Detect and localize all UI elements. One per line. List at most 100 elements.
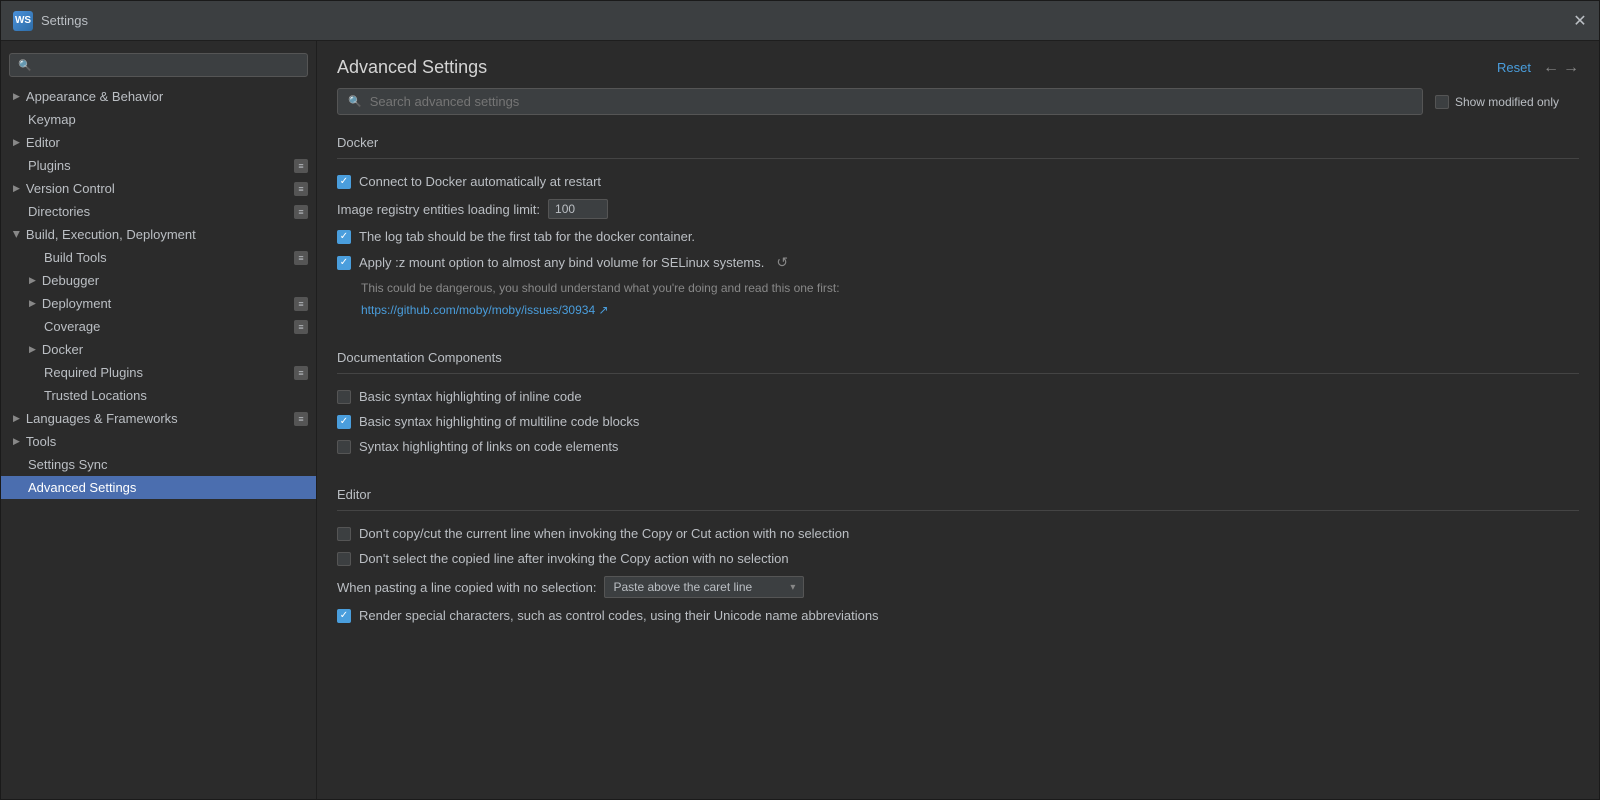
setting-editor-no-copy-cut: Don't copy/cut the current line when inv…	[337, 521, 1579, 546]
doc-basic-inline-label: Basic syntax highlighting of inline code	[359, 389, 582, 404]
window-title: Settings	[41, 13, 1573, 28]
sidebar-search-input[interactable]	[38, 58, 299, 72]
sidebar-item-appearance[interactable]: ▶ Appearance & Behavior	[1, 85, 316, 108]
reset-button[interactable]: Reset	[1497, 60, 1531, 75]
main-header: Advanced Settings Reset ← →	[317, 41, 1599, 88]
sidebar-item-keymap[interactable]: Keymap	[1, 108, 316, 131]
sidebar-item-deployment[interactable]: ▶ Deployment ≡	[1, 292, 316, 315]
docker-connect-label: Connect to Docker automatically at resta…	[359, 174, 601, 189]
setting-doc-basic-inline: Basic syntax highlighting of inline code	[337, 384, 1579, 409]
docker-image-limit-input[interactable]	[548, 199, 608, 219]
titlebar: WS Settings ✕	[1, 1, 1599, 41]
editor-render-special-checkbox[interactable]	[337, 609, 351, 623]
header-actions: Reset ← →	[1497, 59, 1579, 77]
sidebar-search-box[interactable]: 🔍	[9, 53, 308, 77]
nav-arrows: ← →	[1543, 59, 1579, 77]
chevron-icon: ▶	[13, 183, 20, 194]
settings-badge: ≡	[294, 297, 308, 311]
sidebar-item-label: Docker	[42, 342, 83, 357]
sidebar-item-label: Build Tools	[44, 250, 107, 265]
selinux-main-line: Apply :z mount option to almost any bind…	[337, 254, 788, 271]
sidebar-item-tools[interactable]: ▶ Tools	[1, 430, 316, 453]
documentation-section-header: Documentation Components	[337, 342, 1579, 374]
chevron-icon: ▶	[29, 298, 36, 309]
chevron-icon: ▶	[13, 91, 20, 102]
sidebar: 🔍 ▶ Appearance & Behavior Keymap ▶ Edito…	[1, 41, 317, 799]
settings-badge: ≡	[294, 205, 308, 219]
editor-no-copy-cut-checkbox[interactable]	[337, 527, 351, 541]
advanced-search-input[interactable]	[370, 94, 1412, 109]
sidebar-item-directories[interactable]: Directories ≡	[1, 200, 316, 223]
sidebar-item-label: Directories	[28, 204, 90, 219]
editor-section-header: Editor	[337, 479, 1579, 511]
chevron-icon: ▶	[29, 344, 36, 355]
docker-selinux-desc: This could be dangerous, you should unde…	[361, 281, 840, 295]
settings-body: Docker Connect to Docker automatically a…	[317, 127, 1599, 799]
docker-selinux-link[interactable]: https://github.com/moby/moby/issues/3093…	[361, 303, 609, 317]
setting-docker-log-tab: The log tab should be the first tab for …	[337, 224, 1579, 249]
sidebar-item-plugins[interactable]: Plugins ≡	[1, 154, 316, 177]
settings-badge: ≡	[294, 366, 308, 380]
editor-render-special-label: Render special characters, such as contr…	[359, 608, 879, 623]
doc-basic-multiline-label: Basic syntax highlighting of multiline c…	[359, 414, 639, 429]
search-row: 🔍 Show modified only	[337, 88, 1579, 115]
search-container: 🔍	[337, 88, 1423, 115]
docker-log-tab-checkbox[interactable]	[337, 230, 351, 244]
sidebar-item-version-control[interactable]: ▶ Version Control ≡	[1, 177, 316, 200]
chevron-open-icon: ▶	[11, 231, 22, 238]
setting-docker-selinux: Apply :z mount option to almost any bind…	[337, 249, 1579, 322]
doc-syntax-links-checkbox[interactable]	[337, 440, 351, 454]
doc-basic-multiline-checkbox[interactable]	[337, 415, 351, 429]
search-icon: 🔍	[18, 59, 32, 72]
sidebar-item-label: Required Plugins	[44, 365, 143, 380]
sidebar-item-label: Languages & Frameworks	[26, 411, 178, 426]
editor-no-select-copied-checkbox[interactable]	[337, 552, 351, 566]
sidebar-item-label: Settings Sync	[28, 457, 108, 472]
setting-doc-basic-multiline: Basic syntax highlighting of multiline c…	[337, 409, 1579, 434]
app-icon: WS	[13, 11, 33, 31]
editor-no-copy-cut-label: Don't copy/cut the current line when inv…	[359, 526, 849, 541]
setting-doc-syntax-links: Syntax highlighting of links on code ele…	[337, 434, 1579, 459]
editor-no-select-copied-label: Don't select the copied line after invok…	[359, 551, 789, 566]
sidebar-item-label: Advanced Settings	[28, 480, 136, 495]
docker-section-header: Docker	[337, 127, 1579, 159]
settings-badge: ≡	[294, 182, 308, 196]
sidebar-item-label: Tools	[26, 434, 56, 449]
show-modified-checkbox[interactable]	[1435, 95, 1449, 109]
sidebar-item-languages-frameworks[interactable]: ▶ Languages & Frameworks ≡	[1, 407, 316, 430]
sidebar-item-label: Build, Execution, Deployment	[26, 227, 196, 242]
chevron-icon: ▶	[13, 436, 20, 447]
settings-badge: ≡	[294, 320, 308, 334]
settings-window: WS Settings ✕ 🔍 ▶ Appearance & Behavior …	[0, 0, 1600, 800]
chevron-icon: ▶	[13, 413, 20, 424]
sidebar-item-build-exec-deploy[interactable]: ▶ Build, Execution, Deployment	[1, 223, 316, 246]
sidebar-item-docker[interactable]: ▶ Docker	[1, 338, 316, 361]
settings-badge: ≡	[294, 412, 308, 426]
sidebar-item-editor[interactable]: ▶ Editor	[1, 131, 316, 154]
doc-syntax-links-label: Syntax highlighting of links on code ele…	[359, 439, 618, 454]
sidebar-item-debugger[interactable]: ▶ Debugger	[1, 269, 316, 292]
back-button[interactable]: ←	[1543, 59, 1559, 77]
close-button[interactable]: ✕	[1573, 14, 1587, 28]
chevron-icon: ▶	[29, 275, 36, 286]
forward-button[interactable]: →	[1563, 59, 1579, 77]
sidebar-item-advanced-settings[interactable]: Advanced Settings	[1, 476, 316, 499]
selinux-reset-icon[interactable]: ↺	[776, 254, 788, 271]
main-panel: Advanced Settings Reset ← → 🔍 Show	[317, 41, 1599, 799]
docker-image-limit-label: Image registry entities loading limit:	[337, 202, 540, 217]
docker-selinux-checkbox[interactable]	[337, 256, 351, 270]
editor-paste-line-select[interactable]: Paste above the caret line ▾	[604, 576, 804, 598]
main-content: 🔍 ▶ Appearance & Behavior Keymap ▶ Edito…	[1, 41, 1599, 799]
documentation-section: Documentation Components Basic syntax hi…	[337, 342, 1579, 459]
sidebar-item-build-tools[interactable]: Build Tools ≡	[1, 246, 316, 269]
docker-connect-checkbox[interactable]	[337, 175, 351, 189]
docker-selinux-label: Apply :z mount option to almost any bind…	[359, 255, 764, 270]
sidebar-item-required-plugins[interactable]: Required Plugins ≡	[1, 361, 316, 384]
editor-paste-line-label: When pasting a line copied with no selec…	[337, 580, 596, 595]
setting-editor-render-special: Render special characters, such as contr…	[337, 603, 1579, 628]
sidebar-item-settings-sync[interactable]: Settings Sync	[1, 453, 316, 476]
sidebar-item-trusted-locations[interactable]: Trusted Locations	[1, 384, 316, 407]
doc-basic-inline-checkbox[interactable]	[337, 390, 351, 404]
sidebar-item-coverage[interactable]: Coverage ≡	[1, 315, 316, 338]
docker-log-tab-label: The log tab should be the first tab for …	[359, 229, 695, 244]
